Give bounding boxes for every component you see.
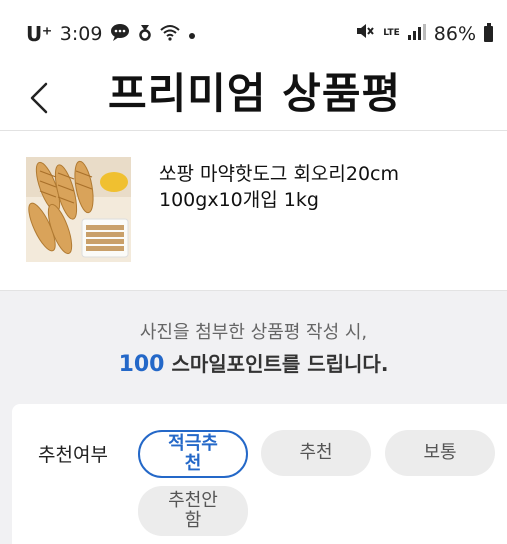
product-summary: 쏘팡 마약핫도그 회오리20cm 100gx10개입 1kg xyxy=(0,131,507,291)
page-title: 프리미엄 상품평 xyxy=(108,69,402,118)
clock: 3:09 xyxy=(59,23,103,45)
recommend-option-recommend[interactable]: 추천 xyxy=(261,430,371,476)
dot-icon xyxy=(188,23,196,45)
battery-percent: 86% xyxy=(433,22,476,45)
review-form-card: 추천여부 적극추 천 추천 보통 추천안 함 xyxy=(12,404,507,544)
recommend-label: 추천여부 xyxy=(38,444,108,466)
carrier-label: U⁺ xyxy=(26,22,52,46)
notice-line2-text: 스마일포인트를 드립니다. xyxy=(164,352,389,376)
notification-icon xyxy=(138,23,152,46)
recommend-option-label: 추천 xyxy=(299,442,333,463)
product-name-line2: 100gx10개입 1kg xyxy=(159,189,319,211)
recommend-option-not-recommend[interactable]: 추천안 함 xyxy=(138,486,248,536)
recommend-option-label: 함 xyxy=(184,510,202,531)
status-bar: U⁺ 3:09 LTE 86% xyxy=(0,0,507,64)
recommend-option-label: 천 xyxy=(184,453,202,474)
photo-review-notice: 사진을 첨부한 상품평 작성 시, 100 스마일포인트를 드립니다. xyxy=(0,300,507,390)
chevron-left-icon xyxy=(30,82,48,114)
page-header: 프리미엄 상품평 xyxy=(0,64,507,131)
smile-points-value: 100 xyxy=(118,352,165,377)
battery-icon xyxy=(484,22,493,42)
recommend-option-strongly[interactable]: 적극추 천 xyxy=(138,430,248,478)
status-right: LTE 86% xyxy=(355,22,493,45)
lte-indicator: LTE xyxy=(383,28,400,38)
recommend-option-label: 보통 xyxy=(423,442,457,463)
notice-line1: 사진을 첨부한 상품평 작성 시, xyxy=(139,322,368,343)
recommend-option-label: 적극추 xyxy=(168,433,218,454)
chat-icon xyxy=(110,23,130,46)
wifi-icon xyxy=(160,23,181,46)
product-thumbnail xyxy=(26,157,131,262)
recommend-option-neutral[interactable]: 보통 xyxy=(385,430,495,476)
recommend-option-label: 추천안 xyxy=(168,490,218,511)
mute-icon xyxy=(355,22,375,45)
signal-icon xyxy=(407,23,426,45)
status-left: U⁺ 3:09 xyxy=(26,22,196,46)
product-name-line1: 쏘팡 마약핫도그 회오리20cm xyxy=(159,163,400,185)
notice-line2: 100 스마일포인트를 드립니다. xyxy=(0,348,507,377)
back-button[interactable] xyxy=(22,72,62,122)
product-name: 쏘팡 마약핫도그 회오리20cm 100gx10개입 1kg xyxy=(159,161,489,213)
